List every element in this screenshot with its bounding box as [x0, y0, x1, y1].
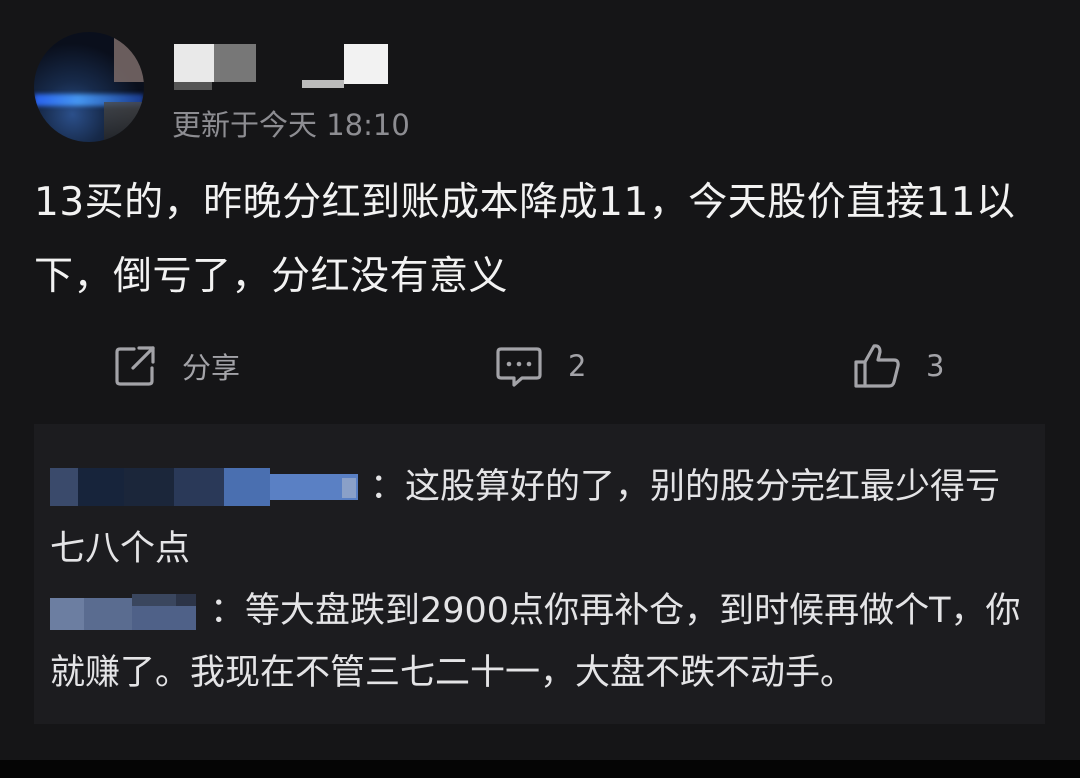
share-button[interactable]: 分享 [112, 340, 240, 392]
like-button[interactable]: 3 [852, 340, 944, 392]
like-count: 3 [926, 349, 945, 383]
post-card: 更新于今天 18:10 13买的，昨晚分红到账成本降成11，今天股价直接11以下… [0, 0, 1080, 760]
avatar-blur-block [114, 32, 144, 82]
commenter-name-pixelated[interactable] [50, 466, 370, 510]
comments-preview[interactable]: ：这股算好的了，别的股分完红最少得亏七八个点 ：等大盘跌到2900点你再补仓，到… [34, 424, 1045, 724]
comment-item[interactable]: ：这股算好的了，别的股分完红最少得亏七八个点 [50, 456, 1030, 580]
username-pixelated[interactable] [174, 42, 394, 92]
comment-button[interactable]: 2 [494, 340, 586, 392]
comment-item[interactable]: ：等大盘跌到2900点你再补仓，到时候再做个T，你就赚了。我现在不管三七二十一，… [50, 580, 1030, 704]
avatar-tower [104, 102, 144, 142]
comment-count: 2 [568, 349, 587, 383]
avatar[interactable] [34, 32, 144, 142]
bottom-divider [0, 760, 1080, 778]
thumbs-up-icon [852, 341, 902, 391]
post-content: 13买的，昨晚分红到账成本降成11，今天股价直接11以下，倒亏了，分红没有意义 [34, 180, 1016, 299]
post-timestamp: 更新于今天 18:10 [172, 108, 410, 142]
commenter-name-pixelated[interactable] [50, 590, 210, 634]
comment-icon [494, 343, 544, 389]
share-icon [112, 343, 158, 389]
share-label: 分享 [182, 351, 241, 385]
